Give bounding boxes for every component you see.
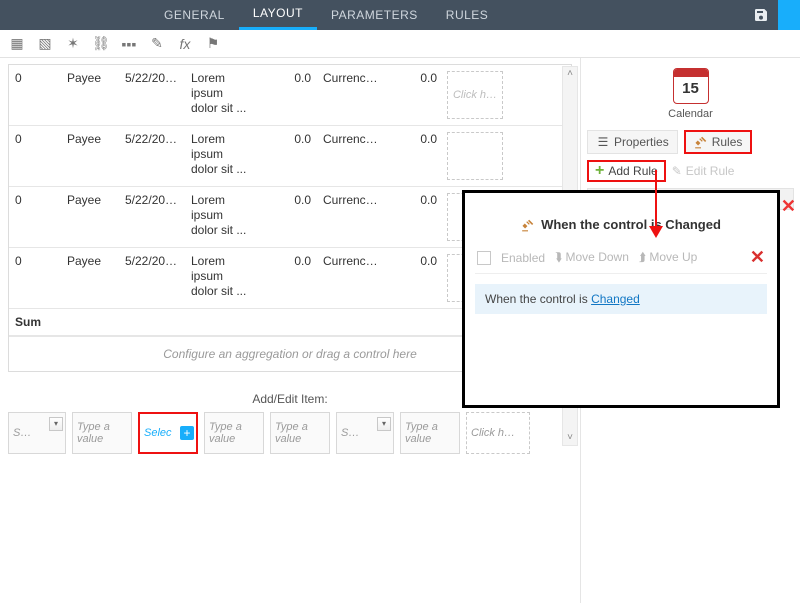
ae-select-2[interactable]: S… ▾ [336,412,394,454]
cell-index: 0 [9,65,61,125]
rule-event-link[interactable]: Changed [591,292,640,306]
ae-input-3[interactable]: Type a value [270,412,330,454]
ae-input-1[interactable]: Type a value [72,412,132,454]
ae-select-1[interactable]: S… ▾ [8,412,66,454]
delete-rule-icon[interactable]: ✕ [750,247,765,268]
scroll-up-icon[interactable]: ˄ [563,67,577,81]
cell-date: 5/22/20… [119,65,185,125]
annotation-arrow [655,170,657,236]
cell-desc: Lorem ipsum dolor sit ... [185,65,259,125]
plus-icon: + [595,164,604,178]
tab-parameters[interactable]: PARAMETERS [317,0,432,30]
tab-general[interactable]: GENERAL [150,0,239,30]
ae-input-4[interactable]: Type a value [400,412,460,454]
table-row[interactable]: 0 Payee 5/22/20… Lorem ipsum dolor sit .… [9,65,571,126]
fx-icon[interactable]: fx [176,35,194,53]
gavel-icon [521,218,535,232]
tab-layout[interactable]: LAYOUT [239,0,317,30]
cell-placeholder[interactable]: Click h… [443,65,507,125]
table-row[interactable]: 0 Payee 5/22/20… Lorem ipsum dolor sit .… [9,126,571,187]
more-icon[interactable]: ▪▪▪ [120,35,138,53]
tab-rules[interactable]: RULES [432,0,503,30]
gear-icon[interactable]: ✶ [64,35,82,53]
move-down-button: ⮯ Move Down [555,250,629,265]
link-icon[interactable]: ⛓ [92,35,110,53]
move-up-button: ⮭ Move Up [639,250,697,265]
chevron-down-icon[interactable]: ▾ [49,417,63,431]
toolbox-icon[interactable]: ▦ [8,35,26,53]
add-rule-button[interactable]: + Add Rule [587,160,666,182]
ae-click-placeholder[interactable]: Click h… [466,412,530,454]
rule-editor-popover: When the control is Changed Enabled ⮯ Mo… [462,190,780,408]
rule-title: When the control is Changed [475,217,767,232]
gavel-icon [694,135,708,149]
top-tabs-bar: GENERAL LAYOUT PARAMETERS RULES [0,0,800,30]
scroll-down-icon[interactable]: ˅ [563,431,577,445]
rule-condition-line[interactable]: When the control is Changed [475,284,767,314]
properties-icon: ☰ [596,135,610,149]
cell-amount: 0.0 [259,65,317,125]
calendar-day: 15 [674,77,708,101]
edit-rule-button-disabled: ✎ Edit Rule [672,164,735,178]
click-placeholder[interactable] [447,132,503,180]
tab-properties[interactable]: ☰ Properties [587,130,678,154]
tab-rules-panel[interactable]: Rules [684,130,753,154]
ae-select-highlighted[interactable]: Selec + [138,412,198,454]
tools-icon[interactable]: ✎ [148,35,166,53]
rule-toolbar: Enabled ⮯ Move Down ⮭ Move Up ✕ [475,246,767,274]
calendar-icon: 15 [673,68,709,104]
click-placeholder[interactable]: Click h… [447,71,503,119]
flag-icon[interactable]: ⚑ [204,35,222,53]
ae-input-2[interactable]: Type a value [204,412,264,454]
cell-amount2: 0.0 [385,65,443,125]
pencil-icon: ✎ [672,164,682,178]
accent-strip[interactable] [778,0,800,30]
cell-currency: Currenc… [317,65,385,125]
calendar-control-preview: 15 Calendar [587,68,794,120]
enabled-checkbox[interactable] [477,251,491,265]
cell-payee: Payee [61,65,119,125]
layout-toolbar: ▦ ▧ ✶ ⛓ ▪▪▪ ✎ fx ⚑ [0,30,800,58]
enabled-label: Enabled [501,251,545,265]
save-button[interactable] [744,0,778,30]
plus-icon[interactable]: + [180,426,194,440]
form-icon[interactable]: ▧ [36,35,54,53]
calendar-label: Calendar [587,108,794,120]
close-icon[interactable]: ✕ [781,196,796,217]
chevron-down-icon[interactable]: ▾ [377,417,391,431]
